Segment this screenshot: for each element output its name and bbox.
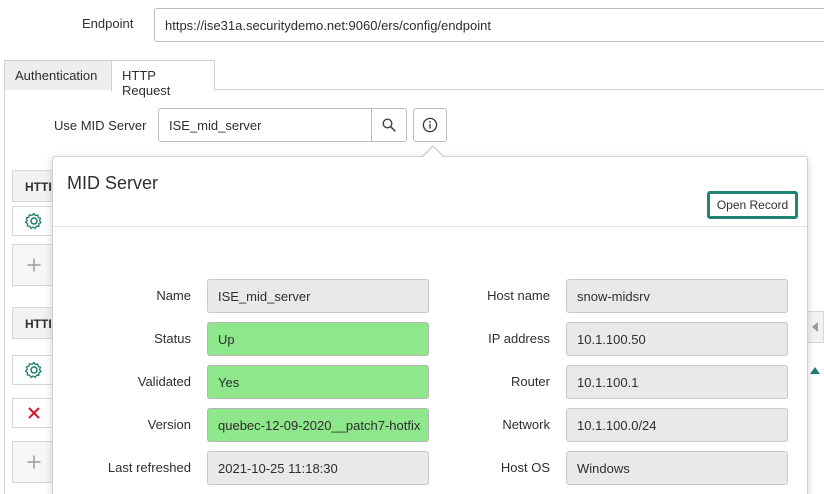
router-field: 10.1.100.1	[566, 365, 788, 399]
right-collapse-button[interactable]	[806, 311, 824, 343]
mid-server-input[interactable]: ISE_mid_server	[158, 108, 372, 142]
tab-http-request[interactable]: HTTP Request	[111, 60, 215, 98]
open-record-button[interactable]: Open Record	[707, 191, 798, 219]
ip-address-field: 10.1.100.50	[566, 322, 788, 356]
section2-row-gear[interactable]	[12, 355, 54, 385]
version-label: Version	[147, 417, 191, 432]
mid-server-search-button[interactable]	[371, 108, 407, 142]
last-refreshed-field: 2021-10-25 11:18:30	[207, 451, 429, 485]
panel-border	[4, 90, 5, 494]
info-icon	[422, 117, 438, 133]
ip-address-label: IP address	[488, 331, 550, 346]
host-os-field: Windows	[566, 451, 788, 485]
host-os-label: Host OS	[500, 460, 550, 475]
version-field: quebec-12-09-2020__patch7-hotfix	[207, 408, 429, 442]
section-head-1: HTTI	[12, 170, 54, 202]
mid-server-label: Use MID Server	[54, 118, 147, 133]
right-sort-button[interactable]	[806, 360, 824, 380]
network-label: Network	[502, 417, 550, 432]
endpoint-label: Endpoint	[82, 16, 134, 31]
caret-left-icon	[812, 322, 818, 332]
tab-authentication[interactable]: Authentication	[4, 60, 112, 90]
popover-divider	[53, 226, 807, 227]
network-field: 10.1.100.0/24	[566, 408, 788, 442]
name-label: Name	[156, 288, 191, 303]
section-head-2: HTTI	[12, 307, 54, 339]
validated-field: Yes	[207, 365, 429, 399]
search-icon	[382, 118, 396, 132]
mid-server-info-button[interactable]	[413, 108, 447, 142]
status-field: Up	[207, 322, 429, 356]
close-icon	[27, 407, 40, 419]
gear-icon	[24, 361, 42, 379]
gear-icon	[24, 212, 42, 230]
popover-caret-inner	[422, 147, 444, 158]
host-name-label: Host name	[487, 288, 550, 303]
section2-row-add[interactable]	[12, 441, 54, 483]
host-name-field: snow-midsrv	[566, 279, 788, 313]
validated-label: Validated	[137, 374, 191, 389]
section2-row-delete[interactable]	[12, 398, 54, 428]
name-field: ISE_mid_server	[207, 279, 429, 313]
section1-row-gear[interactable]	[12, 206, 54, 236]
caret-up-icon	[810, 367, 820, 374]
status-label: Status	[154, 331, 191, 346]
last-refreshed-label: Last refreshed	[107, 460, 191, 475]
section1-row-add[interactable]	[12, 244, 54, 286]
plus-icon	[27, 455, 40, 469]
router-label: Router	[510, 374, 550, 389]
plus-icon	[27, 258, 40, 272]
endpoint-field[interactable]: https://ise31a.securitydemo.net:9060/ers…	[154, 8, 824, 42]
popover-title: MID Server	[67, 173, 159, 193]
